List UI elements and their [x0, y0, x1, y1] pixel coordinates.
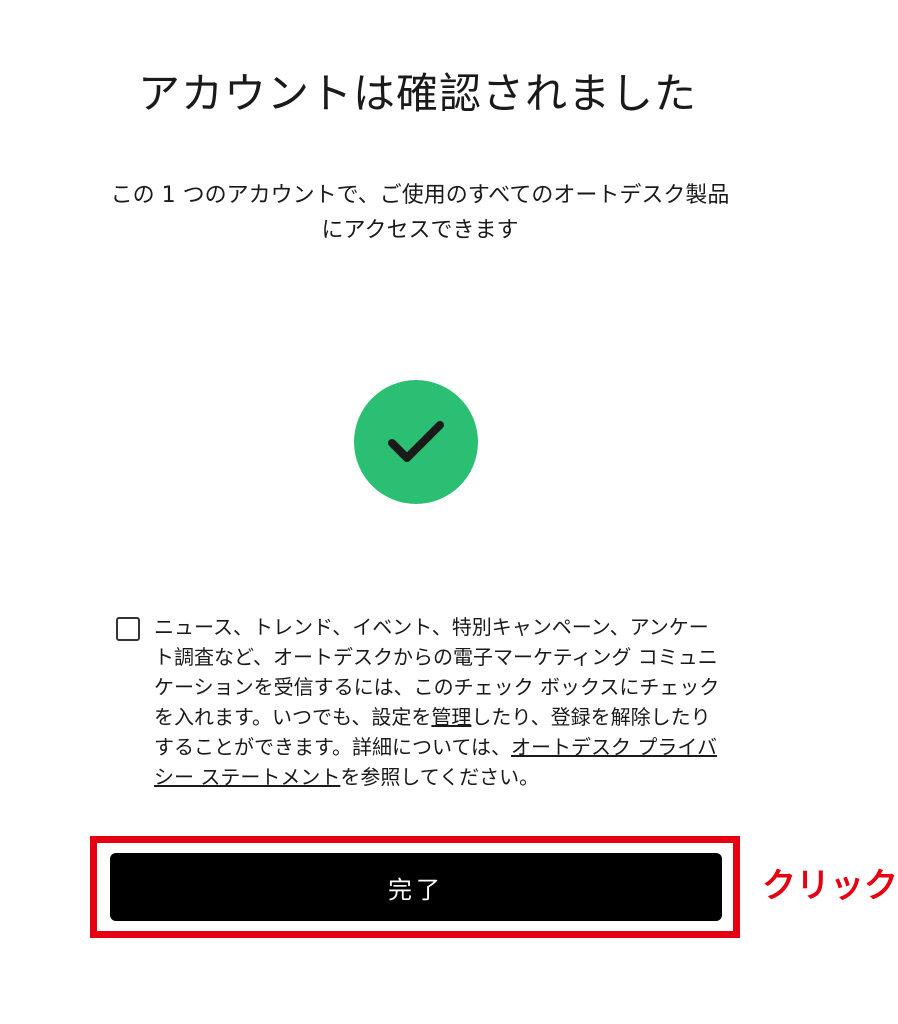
consent-text-part3: を参照してください。 [340, 765, 540, 789]
success-badge [354, 380, 478, 504]
marketing-consent: ニュース、トレンド、イベント、特別キャンペーン、アンケート調査など、オートデスク… [116, 612, 726, 792]
checkmark-icon [388, 421, 444, 462]
manage-settings-link[interactable]: 管理 [431, 705, 471, 729]
click-annotation: クリック [762, 866, 898, 906]
page-title: アカウントは確認されました [137, 69, 697, 118]
account-info-message: この 1 つのアカウントで、ご使用のすべてのオートデスク製品にアクセスできます [110, 183, 730, 243]
marketing-consent-checkbox[interactable] [116, 617, 140, 641]
marketing-consent-text: ニュース、トレンド、イベント、特別キャンペーン、アンケート調査など、オートデスク… [154, 612, 720, 792]
done-button[interactable]: 完了 [110, 853, 722, 921]
